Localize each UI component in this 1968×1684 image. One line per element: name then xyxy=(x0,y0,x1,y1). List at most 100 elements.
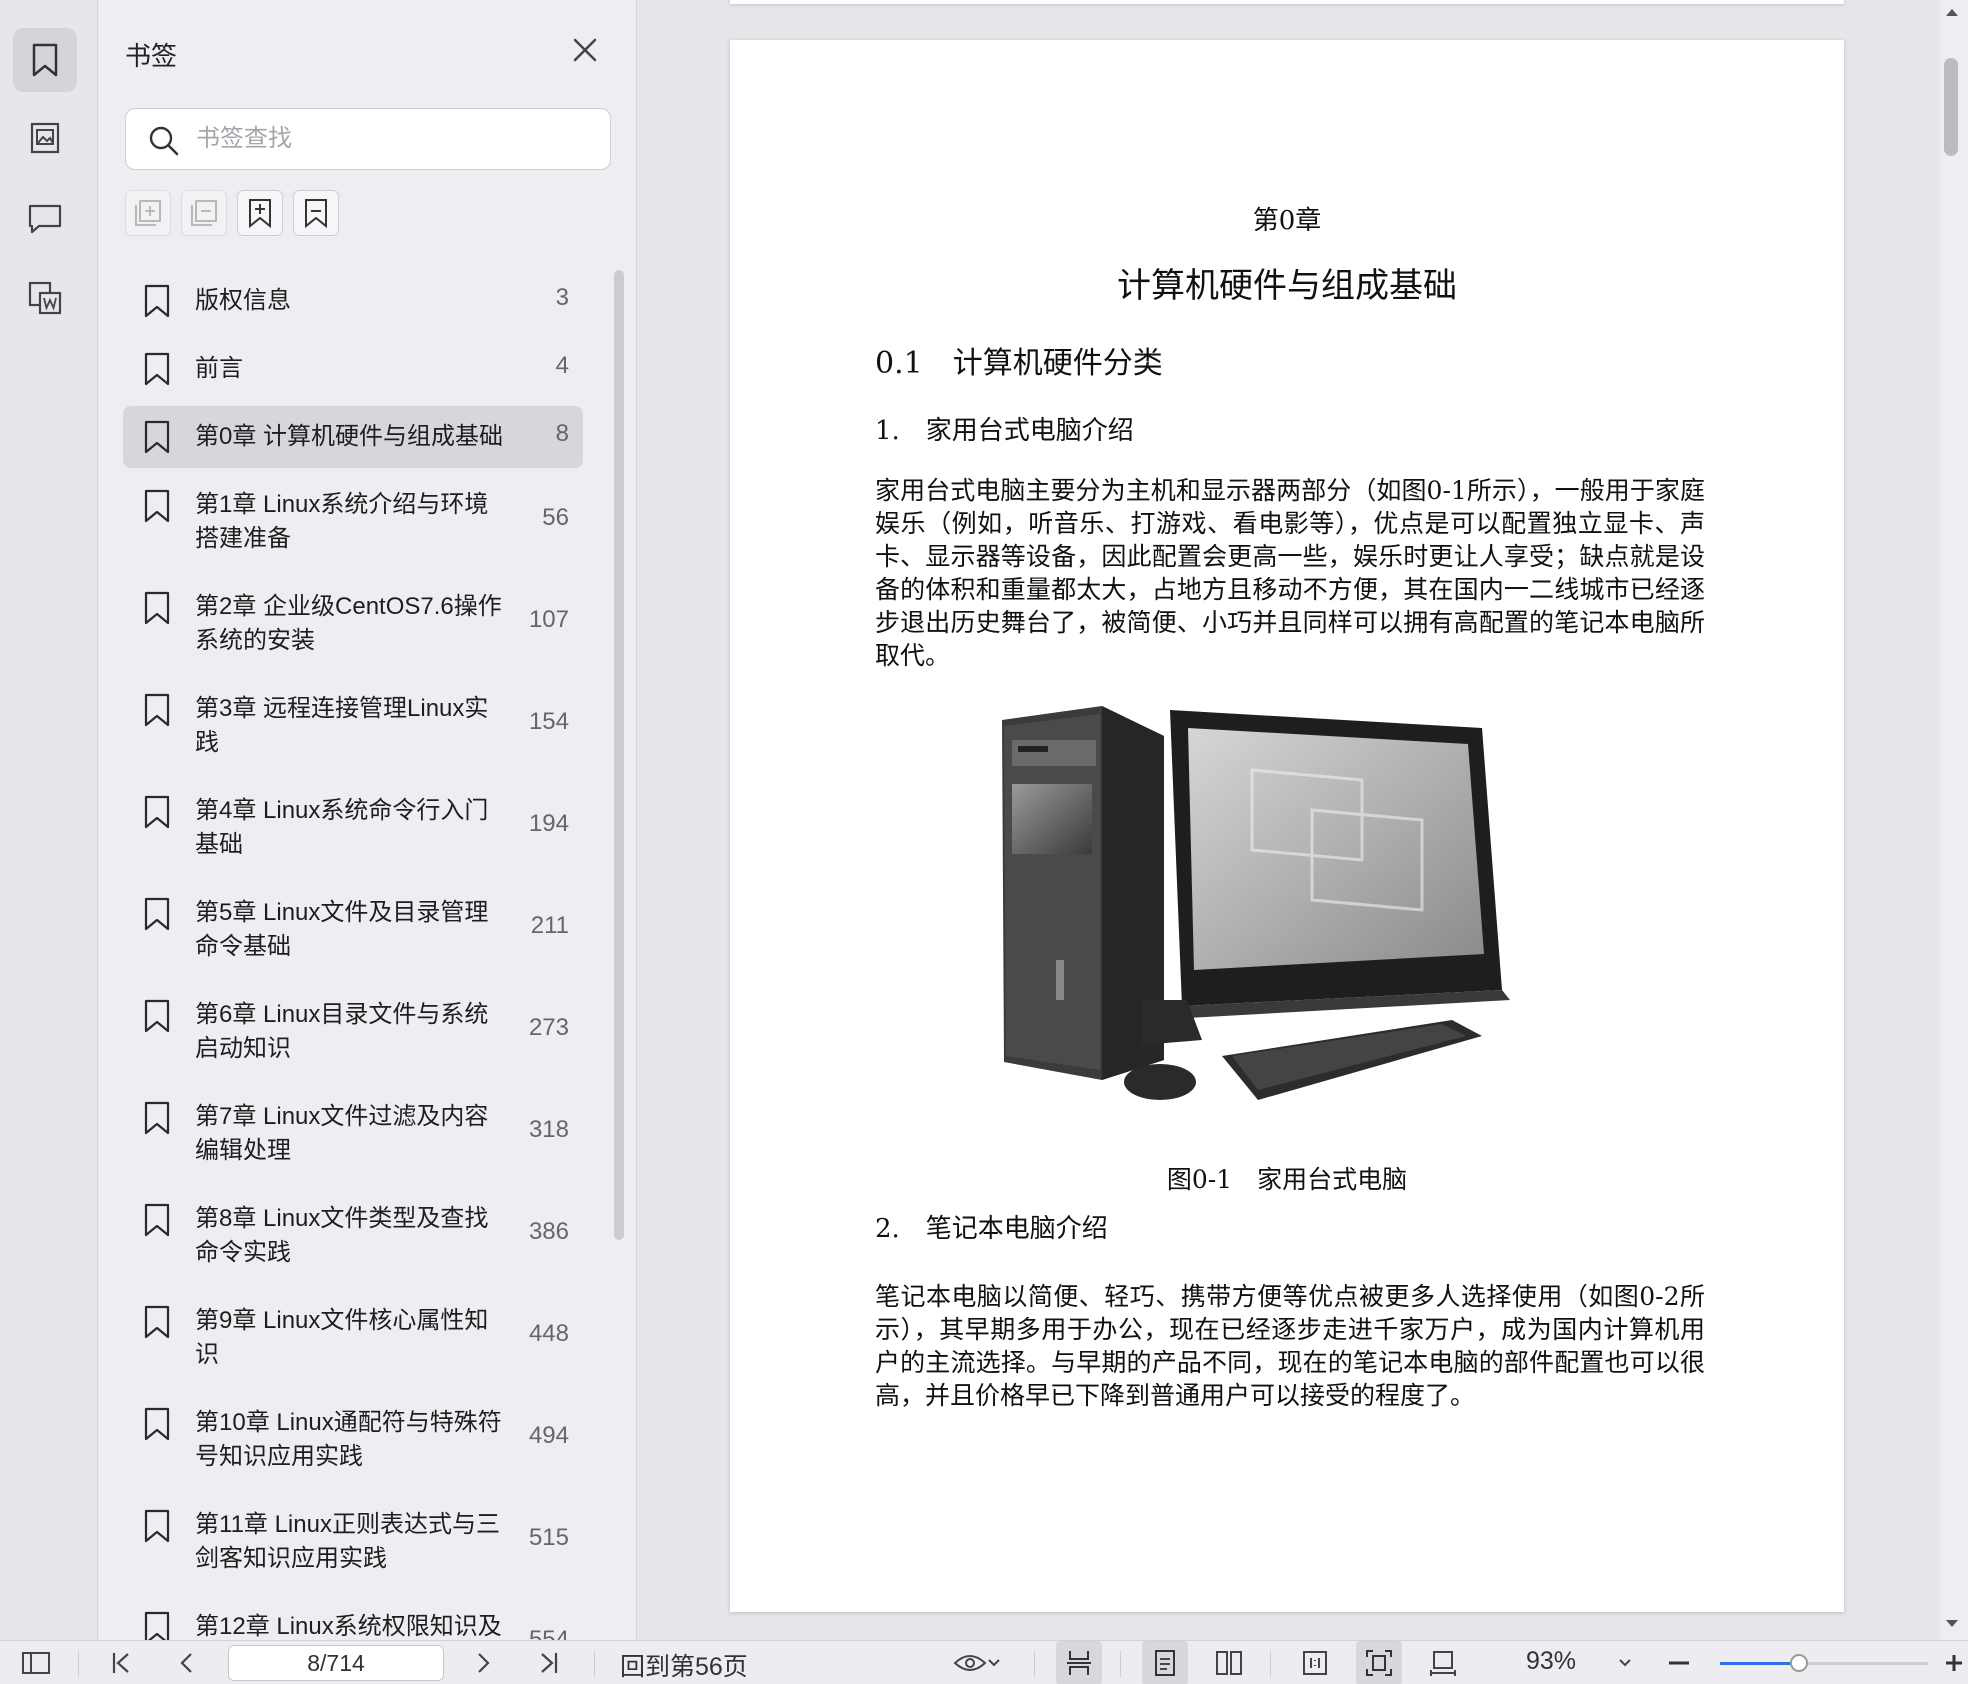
collapse-all-button[interactable] xyxy=(181,190,227,236)
zoom-dropdown[interactable] xyxy=(1610,1641,1640,1684)
document-view[interactable]: 第0章 计算机硬件与组成基础 0.1 计算机硬件分类 1. 家用台式电脑介绍 家… xyxy=(638,0,1938,1640)
search-icon xyxy=(149,126,179,156)
bookmark-item[interactable]: 第0章 计算机硬件与组成基础 8 xyxy=(123,406,583,468)
bookmark-item[interactable]: 第4章 Linux系统命令行入门基础 194 xyxy=(123,780,583,876)
plus-icon xyxy=(1946,1655,1962,1671)
bookmark-icon xyxy=(144,1509,170,1543)
bookmark-page-number: 554 xyxy=(528,1626,569,1640)
fit-width-button[interactable] xyxy=(1420,1641,1466,1684)
chevron-right-icon xyxy=(478,1653,490,1673)
word-convert-icon xyxy=(28,281,62,315)
chevron-down-icon xyxy=(1619,1659,1631,1667)
bookmark-page-number: 4 xyxy=(555,352,569,379)
thumbnails-tab[interactable] xyxy=(13,106,77,170)
bookmark-icon xyxy=(144,693,170,727)
bookmark-page-number: 3 xyxy=(555,284,569,311)
image-icon xyxy=(30,122,60,154)
bookmark-item[interactable]: 第8章 Linux文件类型及查找命令实践 386 xyxy=(123,1188,583,1284)
bookmark-item[interactable]: 第9章 Linux文件核心属性知识 448 xyxy=(123,1290,583,1386)
actual-size-icon xyxy=(1303,1651,1327,1675)
actual-size-button[interactable] xyxy=(1292,1641,1338,1684)
bookmark-page-number: 386 xyxy=(528,1218,569,1245)
page-number-input[interactable] xyxy=(228,1645,444,1681)
document-scrollbar[interactable] xyxy=(1940,0,1968,1640)
bookmark-item[interactable]: 第7章 Linux文件过滤及内容编辑处理 318 xyxy=(123,1086,583,1182)
fit-width-icon xyxy=(1430,1651,1456,1676)
bookmark-icon xyxy=(144,352,170,386)
bookmark-item[interactable]: 第2章 企业级CentOS7.6操作系统的安装 107 xyxy=(123,576,583,672)
bookmark-page-number: 494 xyxy=(528,1422,569,1449)
bookmark-search-box[interactable] xyxy=(125,108,611,170)
chapter-number: 第0章 xyxy=(1252,206,1322,236)
bookmark-icon xyxy=(144,489,170,523)
scroll-up-icon[interactable] xyxy=(1944,6,1960,18)
bookmark-item[interactable]: 版权信息 3 xyxy=(123,270,583,332)
add-sub-bookmark-button[interactable] xyxy=(293,190,339,236)
next-page-button[interactable] xyxy=(462,1641,506,1684)
bookmark-icon xyxy=(144,420,170,454)
first-page-icon xyxy=(112,1653,129,1673)
eye-icon xyxy=(953,1655,987,1671)
zoom-out-button[interactable] xyxy=(1662,1641,1696,1684)
bookmark-item[interactable]: 第11章 Linux正则表达式与三剑客知识应用实践 515 xyxy=(123,1494,583,1590)
last-page-button[interactable] xyxy=(526,1641,570,1684)
bookmarks-tab[interactable] xyxy=(13,28,77,92)
bookmark-label: 前言 xyxy=(195,355,243,382)
bookmark-search-input[interactable] xyxy=(196,119,596,159)
return-to-page-link[interactable]: 回到第56页 xyxy=(620,1647,748,1683)
bookmark-item[interactable]: 第6章 Linux目录文件与系统启动知识 273 xyxy=(123,984,583,1080)
last-page-icon xyxy=(541,1653,558,1673)
two-page-button[interactable] xyxy=(1206,1641,1252,1684)
single-page-button[interactable] xyxy=(1142,1641,1188,1684)
zoom-slider-thumb[interactable] xyxy=(1790,1654,1808,1672)
close-panel-button[interactable] xyxy=(569,34,601,66)
bookmark-icon xyxy=(144,999,170,1033)
bookmark-page-number: 211 xyxy=(530,912,569,939)
view-mode-dropdown[interactable] xyxy=(946,1641,1008,1684)
convert-word-tab[interactable] xyxy=(13,266,77,330)
panel-scrollbar[interactable] xyxy=(614,270,624,1240)
bookmark-item[interactable]: 第5章 Linux文件及目录管理命令基础 211 xyxy=(123,882,583,978)
chevron-left-icon xyxy=(180,1653,192,1673)
bookmark-page-number: 448 xyxy=(528,1320,569,1347)
bookmark-page-number: 56 xyxy=(542,504,569,531)
sidebar-icon xyxy=(22,1652,50,1674)
bookmark-icon xyxy=(144,1101,170,1135)
chevron-down-icon xyxy=(988,1659,1000,1667)
zoom-slider[interactable] xyxy=(1720,1654,1928,1672)
bookmark-label: 第4章 Linux系统命令行入门基础 xyxy=(195,797,489,858)
toggle-sidebar-button[interactable] xyxy=(14,1641,58,1684)
bookmark-icon xyxy=(144,1203,170,1237)
bookmark-label: 第10章 Linux通配符与特殊符号知识应用实践 xyxy=(195,1409,502,1470)
add-bookmark-button[interactable] xyxy=(237,190,283,236)
first-page-button[interactable] xyxy=(100,1641,144,1684)
bookmark-label: 版权信息 xyxy=(195,287,291,314)
left-icon-rail xyxy=(0,0,98,1640)
zoom-in-button[interactable] xyxy=(1942,1641,1966,1684)
bookmark-page-number: 8 xyxy=(555,420,569,447)
bookmark-icon xyxy=(144,1611,170,1640)
bookmark-label: 第6章 Linux目录文件与系统启动知识 xyxy=(195,1001,489,1062)
bookmark-item[interactable]: 第10章 Linux通配符与特殊符号知识应用实践 494 xyxy=(123,1392,583,1488)
bookmark-label: 第0章 计算机硬件与组成基础 xyxy=(195,423,504,450)
bookmark-label: 第3章 远程连接管理Linux实践 xyxy=(195,695,489,756)
fit-page-button[interactable] xyxy=(1356,1641,1402,1684)
desktop-computer-figure xyxy=(1002,706,1510,1100)
bookmark-panel: 书签 版权信息 3 前言 4 第0章 计算机硬件与组成基础 8 第1章 Linux系统介绍与… xyxy=(99,0,637,1640)
bookmark-item[interactable]: 前言 4 xyxy=(123,338,583,400)
continuous-scroll-icon xyxy=(1067,1651,1091,1675)
paragraph-1: 家用台式电脑主要分为主机和显示器两部分（如图0-1所示），一般用于家庭娱乐（例如… xyxy=(875,476,1705,670)
scroll-down-icon[interactable] xyxy=(1944,1618,1960,1630)
bookmark-item[interactable]: 第3章 远程连接管理Linux实践 154 xyxy=(123,678,583,774)
single-page-icon xyxy=(1155,1650,1175,1676)
paragraph-2: 笔记本电脑以简便、轻巧、携带方便等优点被更多人选择使用（如图0-2所示），其早期… xyxy=(875,1282,1705,1410)
bookmark-item[interactable]: 第12章 Linux系统权限知识及 554 xyxy=(123,1596,583,1640)
bookmark-item[interactable]: 第1章 Linux系统介绍与环境搭建准备 56 xyxy=(123,474,583,570)
bookmark-label: 第7章 Linux文件过滤及内容编辑处理 xyxy=(195,1103,489,1164)
previous-page-button[interactable] xyxy=(164,1641,208,1684)
continuous-scroll-button[interactable] xyxy=(1056,1641,1102,1684)
scrollbar-thumb[interactable] xyxy=(1944,58,1958,156)
previous-page-edge xyxy=(730,0,1844,4)
expand-all-button[interactable] xyxy=(125,190,171,236)
comments-tab[interactable] xyxy=(13,186,77,250)
